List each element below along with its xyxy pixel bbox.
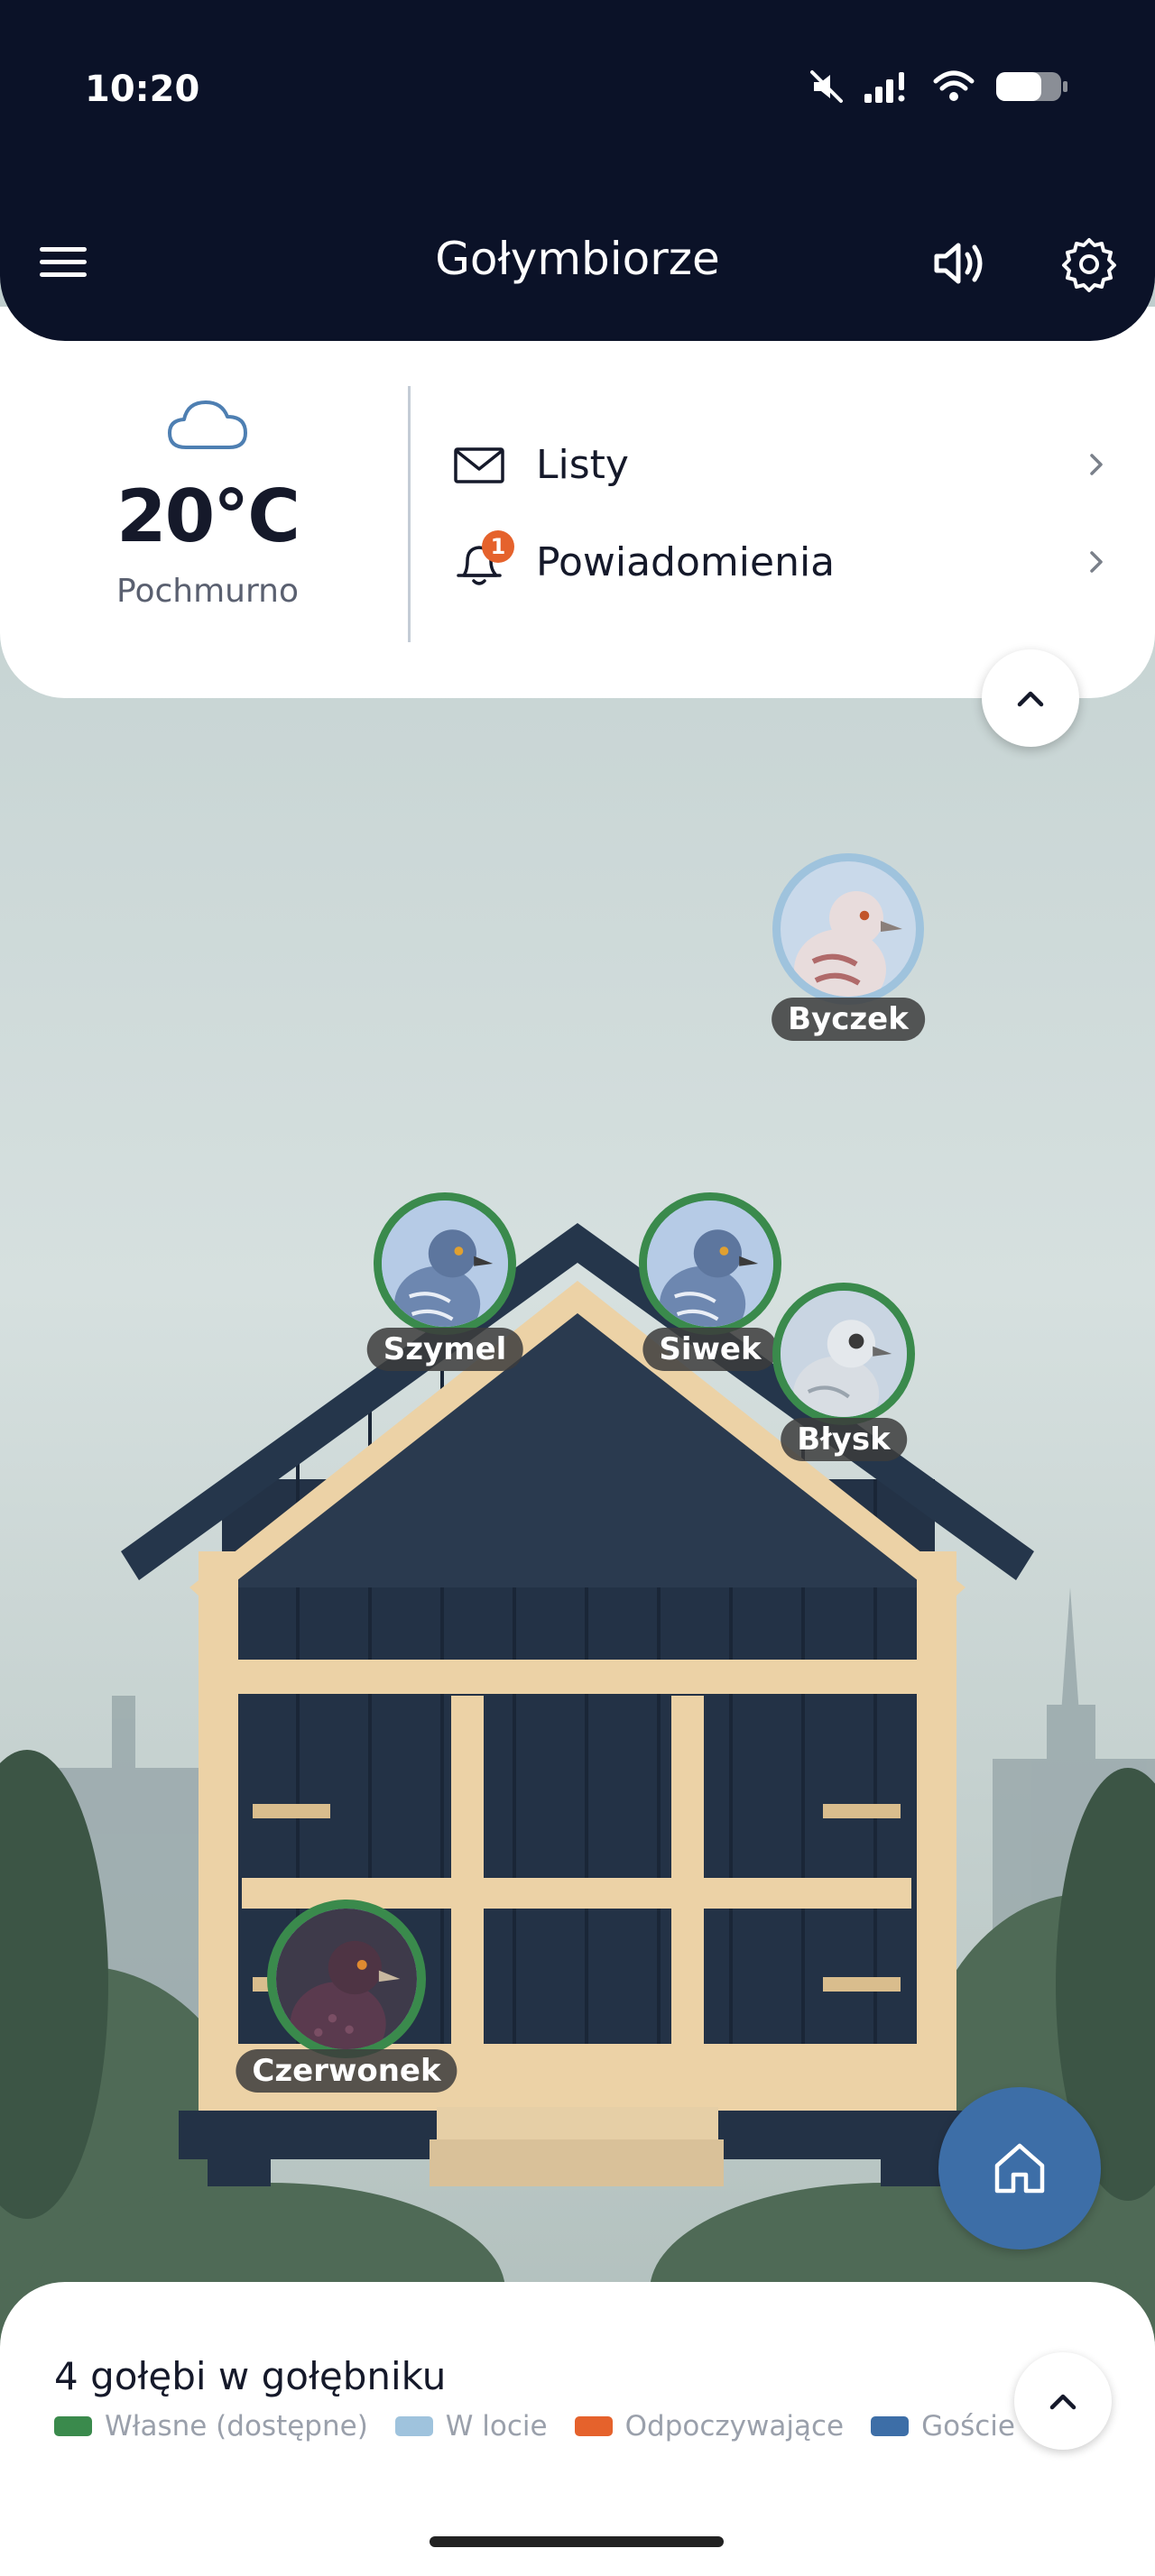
- chevron-right-icon: [1090, 551, 1103, 573]
- weather-condition: Pochmurno: [116, 573, 299, 610]
- battery-icon: [996, 72, 1067, 101]
- legend-label: Goście: [921, 2410, 1015, 2443]
- chevron-up-icon: [1017, 691, 1044, 707]
- pigeon-avatar: [374, 1192, 516, 1335]
- pigeon-szymel[interactable]: Szymel: [366, 1192, 523, 1373]
- notification-badge: 1: [482, 530, 514, 563]
- gear-icon: [1062, 238, 1116, 292]
- pigeon-byczek[interactable]: Byczek: [772, 853, 925, 1048]
- weather-temperature: 20°C: [116, 474, 300, 558]
- info-card: 20°C Pochmurno Listy 1 Powiadomienia: [0, 307, 1155, 698]
- legend-label: Własne (dostępne): [105, 2410, 368, 2443]
- pigeon-count: 4 gołębi w gołębniku: [54, 2354, 447, 2398]
- legend-item: Odpoczywające: [574, 2410, 845, 2443]
- signal-icon: [864, 72, 905, 103]
- home-button[interactable]: [938, 2087, 1101, 2249]
- pigeon-icon: [276, 1909, 417, 2049]
- chevron-right-icon: [1090, 454, 1103, 475]
- legend-label: Odpoczywające: [624, 2410, 845, 2443]
- notifications-row[interactable]: 1 Powiadomienia: [451, 521, 1110, 603]
- mute-icon: [810, 70, 843, 103]
- letters-label: Listy: [536, 441, 629, 488]
- settings-button[interactable]: [1061, 236, 1117, 292]
- bottom-sheet: 4 gołębi w gołębniku Własne (dostępne) W…: [0, 2282, 1155, 2576]
- legend-swatch: [574, 2416, 613, 2436]
- pigeon-czerwonek[interactable]: Czerwonek: [236, 1900, 457, 2102]
- legend-swatch: [394, 2416, 433, 2436]
- home-icon: [994, 2143, 1045, 2194]
- pigeon-avatar: [639, 1192, 781, 1335]
- pigeon-avatar: [772, 853, 924, 1005]
- home-indicator: [430, 2536, 724, 2547]
- mail-icon: [451, 437, 507, 492]
- pigeon-avatar: [772, 1283, 915, 1425]
- legend-item: Goście: [871, 2410, 1015, 2443]
- pigeon-name: Czerwonek: [236, 2049, 457, 2093]
- pigeon-blysk[interactable]: Błysk: [772, 1283, 915, 1463]
- cloud-icon: [168, 400, 247, 449]
- pigeon-icon: [382, 1201, 508, 1327]
- legend-item: Własne (dostępne): [54, 2410, 368, 2443]
- legend-swatch: [871, 2416, 910, 2436]
- pigeon-name: Siwek: [642, 1328, 778, 1371]
- status-legend: Własne (dostępne) W locie Odpoczywające …: [54, 2410, 1015, 2443]
- collapse-card-button[interactable]: [982, 649, 1079, 747]
- pigeon-icon: [781, 1291, 907, 1417]
- notifications-label: Powiadomienia: [536, 538, 836, 585]
- pigeon-avatar: [267, 1900, 426, 2058]
- pigeon-name: Byczek: [772, 998, 925, 1041]
- weather-widget: 20°C Pochmurno: [72, 393, 343, 610]
- expand-sheet-button[interactable]: [1014, 2352, 1112, 2450]
- letters-row[interactable]: Listy: [451, 424, 1110, 505]
- wifi-icon: [933, 70, 975, 101]
- bell-icon: 1: [451, 530, 514, 590]
- divider: [408, 386, 411, 642]
- legend-swatch: [54, 2416, 92, 2436]
- pigeon-siwek[interactable]: Siwek: [639, 1192, 781, 1373]
- app-header: 10:20 Gołymbiorze: [0, 0, 1155, 341]
- status-time: 10:20: [85, 69, 200, 110]
- status-icons: [808, 69, 1070, 105]
- pigeon-name: Błysk: [781, 1418, 907, 1461]
- legend-item: W locie: [394, 2410, 548, 2443]
- legend-label: W locie: [445, 2410, 548, 2443]
- speaker-icon: [934, 243, 983, 284]
- pigeon-icon: [781, 861, 916, 997]
- pigeon-icon: [647, 1201, 773, 1327]
- chevron-up-icon: [1049, 2394, 1076, 2410]
- pigeon-name: Szymel: [366, 1328, 523, 1371]
- sound-button[interactable]: [929, 235, 987, 292]
